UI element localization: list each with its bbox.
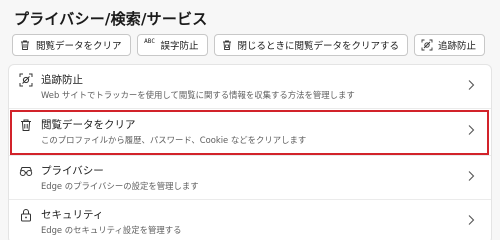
tracking-prevention-chip[interactable]: 追跡防止 (414, 34, 486, 56)
chip-label: 閲覧データをクリア (36, 41, 122, 52)
chevron-right-icon (468, 215, 475, 225)
settings-row-title: セキュリティ (41, 209, 104, 221)
settings-row-tracking-prevention[interactable]: 追跡防止 Web サイトでトラッカーを使用して閲覧に関する情報を収集する方法を管… (9, 65, 491, 108)
lock-trash-icon (222, 40, 231, 50)
settings-row-security[interactable]: セキュリティ Edge のセキュリティ設定を管理する (9, 200, 491, 240)
page-title: プライバシー/検索/サービス (14, 10, 208, 28)
settings-row-privacy[interactable]: プライバシー Edge のプライバシーの設定を管理します (9, 156, 491, 199)
settings-row-description: Web サイトでトラッカーを使用して閲覧に関する情報を収集する方法を管理します (41, 90, 355, 100)
chevron-right-icon (468, 171, 475, 181)
tracking-prevention-icon (19, 73, 33, 87)
divider (9, 108, 491, 109)
settings-row-description: Edge のプライバシーの設定を管理します (41, 181, 199, 191)
settings-row-title: 閲覧データをクリア (41, 119, 136, 131)
chip-label: 誤字防止 (160, 41, 199, 52)
settings-row-description: このプロファイルから履歴、パスワード、Cookie などをクリアします (41, 135, 307, 145)
lock-icon (21, 209, 31, 222)
settings-card: 追跡防止 Web サイトでトラッカーを使用して閲覧に関する情報を収集する方法を管… (8, 64, 492, 240)
settings-row-title: 追跡防止 (41, 74, 83, 86)
typo-protection-chip[interactable]: ABC 誤字防止 (136, 34, 208, 56)
privacy-glasses-icon (19, 167, 33, 176)
clear-on-close-chip[interactable]: 閉じるときに閲覧データをクリアする (213, 34, 409, 56)
spellcheck-icon: ABC (144, 38, 155, 45)
trash-icon (21, 119, 31, 131)
settings-row-title: プライバシー (41, 165, 104, 177)
chip-label: 追跡防止 (438, 41, 477, 52)
settings-row-clear-browsing-data[interactable]: 閲覧データをクリア このプロファイルから履歴、パスワード、Cookie などをク… (9, 110, 491, 153)
trash-icon (21, 40, 29, 50)
tracking-prevention-icon (421, 39, 433, 51)
settings-row-description: Edge のセキュリティ設定を管理する (41, 225, 182, 235)
chevron-right-icon (468, 125, 475, 135)
quick-action-chips: 閲覧データをクリア ABC 誤字防止 閉じるときに閲覧データをクリアする 追跡防… (12, 34, 486, 56)
chip-label: 閉じるときに閲覧データをクリアする (237, 41, 400, 52)
chevron-right-icon (468, 80, 475, 90)
clear-browsing-data-chip[interactable]: 閲覧データをクリア (12, 34, 131, 56)
